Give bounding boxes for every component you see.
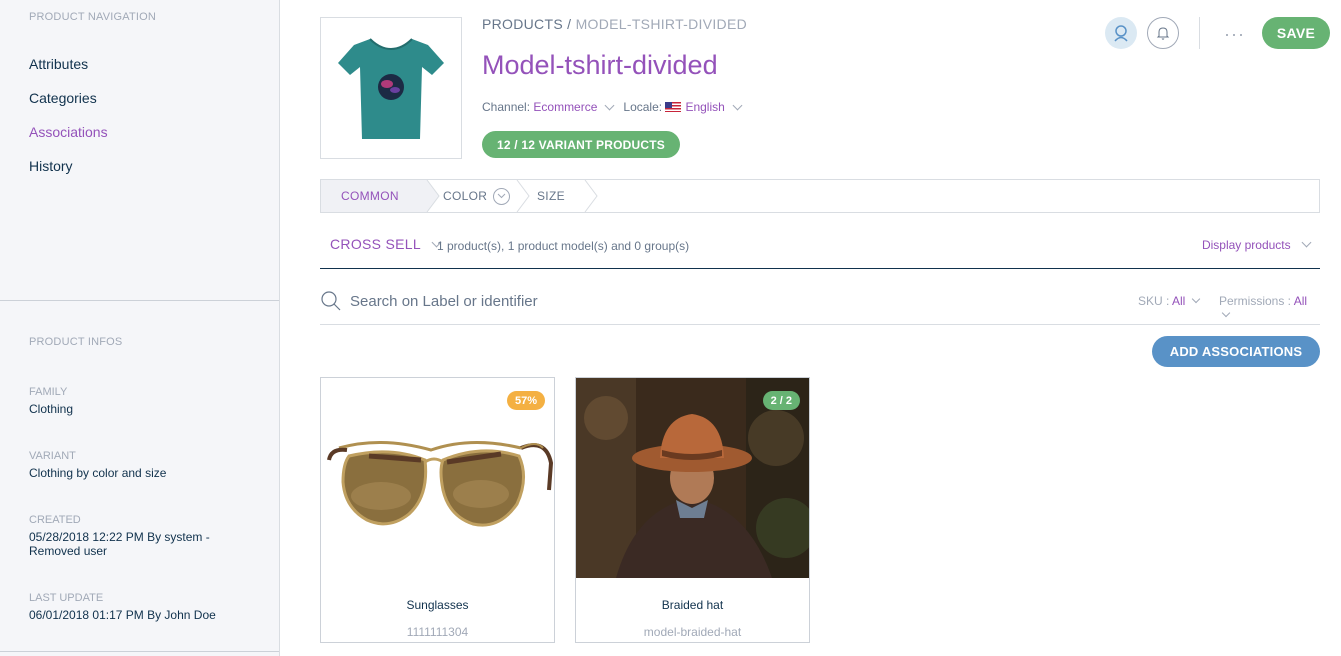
sku-filter-label: SKU : xyxy=(1138,294,1170,308)
chevron-down-icon[interactable] xyxy=(732,100,743,111)
breadcrumb-current: MODEL-TSHIRT-DIVIDED xyxy=(575,16,748,32)
search-bar: SKU : All Permissions : All xyxy=(320,282,1320,325)
locale-label: Locale: xyxy=(623,100,663,114)
axis-chevron-icon xyxy=(516,180,530,212)
family-label: FAMILY xyxy=(29,386,68,398)
chevron-down-icon xyxy=(1191,294,1200,304)
permissions-filter[interactable]: Permissions : All xyxy=(1219,294,1320,322)
sidebar-item-history[interactable]: History xyxy=(29,158,73,174)
permissions-filter-label: Permissions : xyxy=(1219,294,1292,308)
save-button[interactable]: SAVE xyxy=(1262,17,1330,49)
axis-color-label: COLOR xyxy=(443,189,488,203)
association-type-label: CROSS SELL xyxy=(330,236,421,252)
sidebar-bottom-divider xyxy=(0,651,279,652)
sku-filter[interactable]: SKU : All xyxy=(1138,294,1200,308)
product-identifier: 1111111304 xyxy=(406,625,469,639)
last-update-label: LAST UPDATE xyxy=(29,592,104,604)
association-type-dropdown[interactable]: CROSS SELL xyxy=(330,236,450,252)
variant-label: VARIANT xyxy=(29,450,76,462)
notifications-button[interactable] xyxy=(1147,17,1179,49)
bell-icon xyxy=(1156,27,1170,40)
product-thumbnail[interactable] xyxy=(320,17,462,159)
family-value: Clothing xyxy=(29,402,74,416)
axis-size[interactable]: SIZE xyxy=(537,180,565,212)
header-separator xyxy=(1199,17,1200,49)
tshirt-image xyxy=(338,38,444,139)
product-model-label: Braided hat xyxy=(661,598,724,612)
breadcrumb-separator: / xyxy=(567,16,572,32)
chevron-down-icon[interactable] xyxy=(604,100,615,111)
variant-value: Clothing by color and size xyxy=(29,466,167,480)
last-update-value: 06/01/2018 01:17 PM By John Doe xyxy=(29,608,216,622)
user-icon xyxy=(1114,25,1128,42)
chevron-down-icon[interactable] xyxy=(493,187,511,205)
context-switcher: Channel: Ecommerce Locale: English xyxy=(482,100,751,114)
more-options-button[interactable]: ··· xyxy=(1224,24,1245,45)
user-avatar[interactable] xyxy=(1105,17,1137,49)
axis-common[interactable]: COMMON xyxy=(321,180,427,212)
breadcrumb-products[interactable]: PRODUCTS xyxy=(482,16,563,32)
variant-axes-navigation: COMMON COLOR SIZE xyxy=(320,179,1320,213)
us-flag-icon xyxy=(665,102,682,112)
axis-chevron-icon xyxy=(584,180,598,212)
variant-count-badge: 2 / 2 xyxy=(762,391,800,410)
chevron-down-icon xyxy=(1221,308,1231,318)
product-card[interactable]: 57% Sunglasses 1111111304 xyxy=(320,377,555,643)
axis-size-label: SIZE xyxy=(537,189,565,203)
product-infos-title: PRODUCT INFOS xyxy=(29,336,123,348)
search-input[interactable] xyxy=(350,290,950,312)
sidebar: PRODUCT NAVIGATION Attributes Categories… xyxy=(0,0,280,656)
completeness-badge: 57% xyxy=(506,391,545,410)
permissions-filter-value: All xyxy=(1293,294,1308,308)
page-title: Model-tshirt-divided xyxy=(482,50,718,80)
sidebar-item-attributes[interactable]: Attributes xyxy=(29,56,88,72)
locale-dropdown[interactable]: English xyxy=(685,100,724,114)
product-model-identifier: model-braided-hat xyxy=(643,625,742,639)
axis-common-label: COMMON xyxy=(341,189,399,203)
sidebar-item-associations[interactable]: Associations xyxy=(29,124,108,140)
axis-color[interactable]: COLOR xyxy=(443,180,511,212)
channel-label: Channel: xyxy=(482,100,531,114)
product-model-card[interactable]: 2 / 2 Braided hat model-braided-hat xyxy=(575,377,816,649)
sidebar-divider xyxy=(0,300,279,301)
association-header: CROSS SELL 1 product(s), 1 product model… xyxy=(320,226,1320,269)
product-label: Sunglasses xyxy=(406,598,469,612)
channel-dropdown[interactable]: Ecommerce xyxy=(533,100,597,114)
axis-chevron-icon xyxy=(421,180,440,212)
sidebar-item-categories[interactable]: Categories xyxy=(29,90,97,106)
breadcrumb: PRODUCTS / MODEL-TSHIRT-DIVIDED xyxy=(482,16,747,32)
main-content: PRODUCTS / MODEL-TSHIRT-DIVIDED Model-ts… xyxy=(280,0,1341,656)
association-summary: 1 product(s), 1 product model(s) and 0 g… xyxy=(437,239,690,253)
display-products-dropdown[interactable]: Display products xyxy=(1201,237,1312,252)
variant-products-pill[interactable]: 12 / 12 VARIANT PRODUCTS xyxy=(482,131,680,158)
sku-filter-value: All xyxy=(1172,294,1186,308)
created-value: 05/28/2018 12:22 PM By system - Removed … xyxy=(29,530,210,558)
created-label: CREATED xyxy=(29,514,81,526)
display-products-label: Display products xyxy=(1201,238,1291,252)
search-icon xyxy=(321,291,341,311)
add-associations-button[interactable]: ADD ASSOCIATIONS xyxy=(1152,336,1320,367)
chevron-down-icon xyxy=(1301,237,1312,248)
product-navigation-title: PRODUCT NAVIGATION xyxy=(29,11,157,23)
